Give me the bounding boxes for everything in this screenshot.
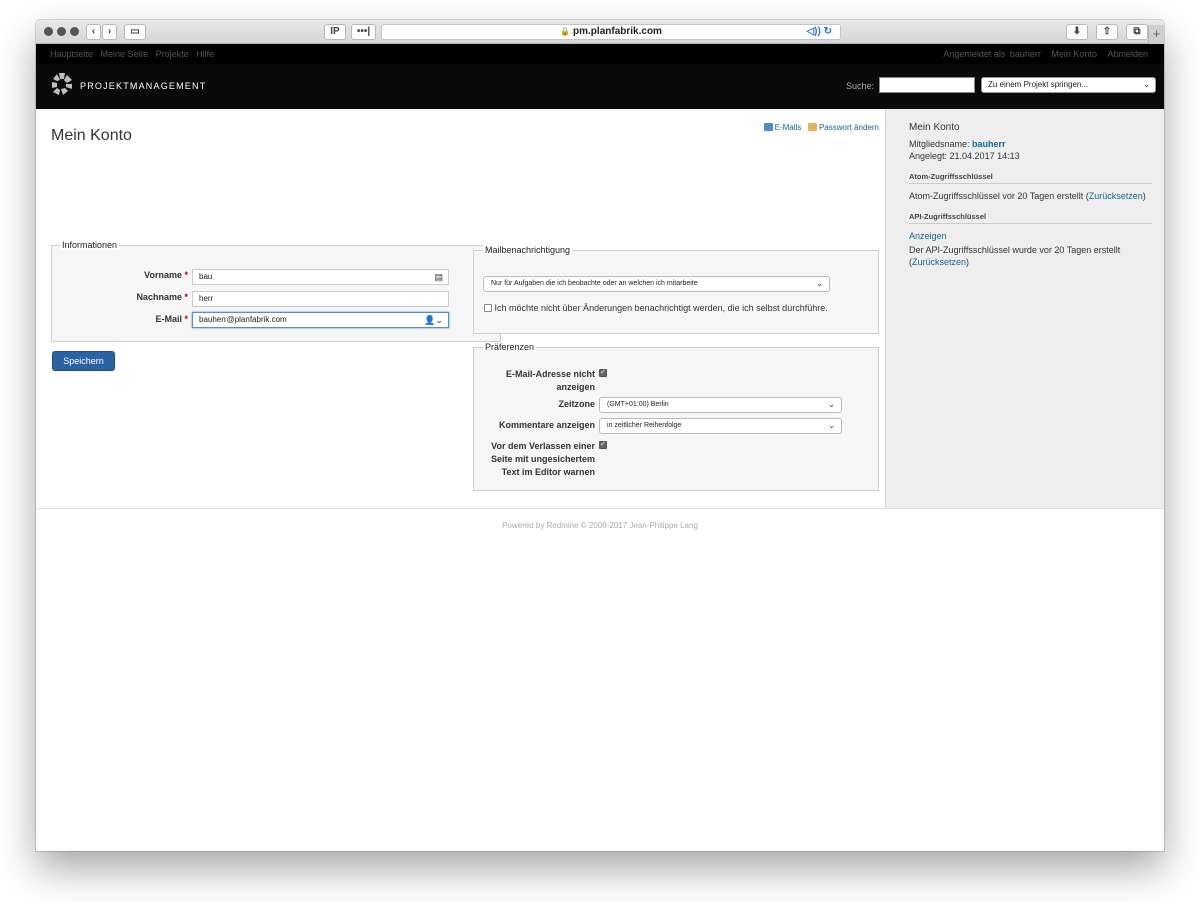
share-icon[interactable]: ⇧ (1096, 24, 1118, 40)
chevron-down-icon: ⌄ (1143, 80, 1150, 89)
hide-mail-checkbox[interactable] (599, 368, 607, 377)
ip-button[interactable]: IP (324, 24, 346, 40)
api-show-link[interactable]: Anzeigen (909, 230, 1152, 242)
search-label: Suche: (846, 81, 875, 91)
sidebar-toggle-icon[interactable]: ▭ (124, 24, 146, 40)
logged-in-user-link[interactable]: bauherr (1010, 49, 1041, 59)
contextual-links: E-Mails Passwort ändern (763, 123, 879, 132)
lock-icon: 🔒 (560, 27, 571, 36)
user-autofill-icon[interactable]: 👤⌄ (424, 313, 443, 327)
footer: Powered by Redmine © 2006-2017 Jean-Phil… (36, 508, 1164, 530)
back-button[interactable]: ‹ (86, 24, 101, 40)
top-menu: Hauptseite Meine Seite Projekte Hilfe An… (36, 44, 1164, 64)
comments-order-value: in zeitlicher Reihenfolge (607, 422, 682, 429)
url-text: pm.planfabrik.com (573, 26, 662, 37)
timezone-select[interactable]: (GMT+01:00) Berlin ⌄ (599, 397, 842, 413)
email-icon (763, 123, 773, 131)
browser-toolbar: ‹ › ▭ IP •••| 🔒 pm.planfabrik.com ◁)) ↻ ⬇… (36, 20, 1164, 44)
project-jump-label: Zu einem Projekt springen... (988, 80, 1089, 89)
new-tab-button[interactable]: + (1148, 25, 1164, 44)
self-notify-label: Ich möchte nicht über Änderungen benachr… (494, 303, 828, 313)
lastname-input[interactable]: herr (192, 291, 449, 307)
firstname-input[interactable]: bau ▤ (192, 269, 449, 285)
email-label: E-Mail * (155, 314, 188, 324)
timezone-value: (GMT+01:00) Berlin (607, 401, 669, 408)
login-value: bauherr (972, 139, 1006, 149)
menu-help[interactable]: Hilfe (196, 49, 214, 59)
chevron-down-icon: ⌄ (816, 279, 823, 288)
key-icon (807, 123, 817, 131)
firstname-label: Vorname * (144, 270, 188, 280)
forward-button[interactable]: › (102, 24, 117, 40)
project-jump-select[interactable]: Zu einem Projekt springen... ⌄ (981, 77, 1156, 93)
email-value: bauherr@planfabrik.com (199, 315, 287, 324)
self-notify-checkbox[interactable] (484, 304, 492, 312)
zoom-window-button[interactable] (70, 27, 79, 36)
mail-fieldset (473, 250, 879, 334)
email-input[interactable]: bauherr@planfabrik.com 👤⌄ (192, 312, 449, 328)
sidebar: Mein Konto Mitgliedsname: bauherr Angele… (885, 109, 1164, 508)
audio-reload-icons[interactable]: ◁)) ↻ (806, 25, 832, 39)
self-notify-row: Ich möchte nicht über Änderungen benachr… (484, 303, 828, 313)
menu-logout[interactable]: Abmelden (1107, 49, 1148, 59)
chevron-down-icon: ⌄ (828, 421, 835, 430)
menu-my-account[interactable]: Mein Konto (1051, 49, 1097, 59)
warn-unsaved-label: Vor dem Verlassen einer Seite mit ungesic… (490, 441, 595, 477)
atom-reset-link[interactable]: Zurücksetzen (1089, 191, 1143, 201)
search-input[interactable] (879, 77, 975, 93)
hide-mail-label: E-Mail-Adresse nicht anzeigen (505, 369, 595, 392)
emails-link[interactable]: E-Mails (775, 123, 802, 132)
mail-notification-value: Nur für Aufgaben die ich beobachte oder … (491, 280, 698, 287)
browser-window: ‹ › ▭ IP •••| 🔒 pm.planfabrik.com ◁)) ↻ ⬇… (36, 20, 1164, 851)
close-window-button[interactable] (44, 27, 53, 36)
download-icon[interactable]: ⬇ (1066, 24, 1088, 40)
mail-legend: Mailbenachrichtigung (483, 245, 573, 255)
chevron-down-icon: ⌄ (828, 400, 835, 409)
contact-card-icon[interactable]: ▤ (434, 270, 443, 284)
menu-my-page[interactable]: Meine Seite (101, 49, 149, 59)
extension-button[interactable]: •••| (351, 24, 376, 40)
timezone-label: Zeitzone (558, 399, 595, 409)
lastname-value: herr (199, 294, 214, 303)
project-title: PROJEKTMANAGEMENT (80, 81, 207, 91)
atom-line: Atom-Zugriffsschlüssel vor 20 Tagen erst… (909, 191, 1146, 201)
api-heading: API-Zugriffsschlüssel (909, 212, 1152, 224)
info-fieldset-body: Informationen Vorname * bau ▤ Nachname *… (51, 240, 501, 341)
info-legend: Informationen (60, 240, 120, 250)
main: Mein Konto E-Mails Passwort ändern Infor… (36, 109, 1164, 508)
firstname-value: bau (199, 272, 213, 281)
atom-heading: Atom-Zugriffsschlüssel (909, 172, 1152, 184)
menu-home[interactable]: Hauptseite (50, 49, 93, 59)
tabs-icon[interactable]: ⧉ (1126, 24, 1148, 40)
sidebar-title: Mein Konto (909, 122, 960, 133)
content: Mein Konto E-Mails Passwort ändern Infor… (36, 109, 885, 508)
api-reset-link[interactable]: Zurücksetzen (912, 257, 966, 267)
login-line: Mitgliedsname: bauherr (909, 139, 1006, 149)
save-button[interactable]: Speichern (52, 351, 115, 371)
minimize-window-button[interactable] (57, 27, 66, 36)
change-password-link[interactable]: Passwort ändern (819, 123, 879, 132)
menu-projects[interactable]: Projekte (156, 49, 189, 59)
account-menu: Angemeldet als bauherr Mein Konto Abmeld… (943, 44, 1148, 64)
api-line: Der API-Zugriffsschlüssel wurde vor 20 T… (909, 245, 1121, 267)
lastname-label: Nachname * (136, 292, 188, 302)
logged-in-prefix: Angemeldet als (943, 49, 1006, 59)
created-line: Angelegt: 21.04.2017 14:13 (909, 151, 1020, 161)
comments-order-select[interactable]: in zeitlicher Reihenfolge ⌄ (599, 418, 842, 434)
page-title: Mein Konto (51, 127, 132, 144)
prefs-legend: Präferenzen (483, 342, 537, 352)
comments-label: Kommentare anzeigen (498, 420, 595, 430)
mail-notification-select[interactable]: Nur für Aufgaben die ich beobachte oder … (483, 276, 830, 292)
header: PROJEKTMANAGEMENT Suche: Zu einem Projek… (36, 64, 1164, 109)
planfabrik-logo-icon (52, 73, 72, 95)
warn-unsaved-checkbox[interactable] (599, 440, 607, 449)
address-bar[interactable]: 🔒 pm.planfabrik.com ◁)) ↻ (381, 24, 841, 40)
